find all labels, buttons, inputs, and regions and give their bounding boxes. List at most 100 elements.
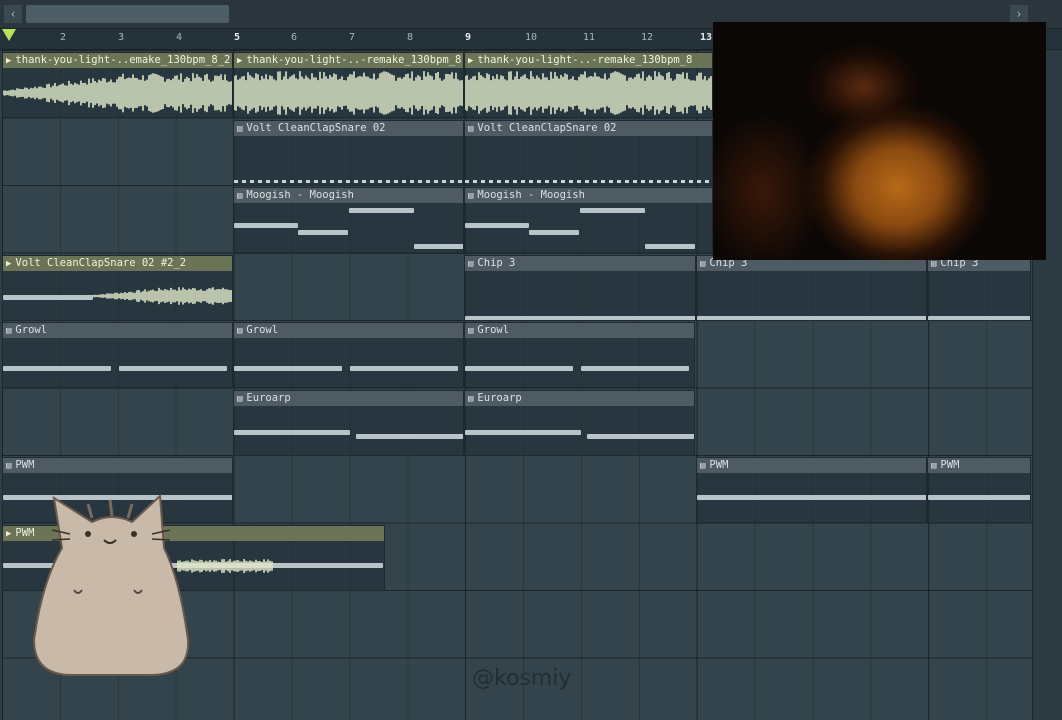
- clip-header[interactable]: ▶ thank-you-light-..emake_130bpm_8_2: [3, 53, 232, 68]
- pattern-clip[interactable]: ▤ Volt CleanClapSnare 02: [233, 120, 464, 186]
- clip-body: [465, 338, 694, 387]
- clip-label: Chip 3: [477, 257, 516, 269]
- pattern-note-row: [234, 180, 463, 183]
- clip-body: [465, 203, 712, 253]
- bar-number[interactable]: 11: [583, 32, 595, 43]
- clip-label: Growl: [477, 324, 510, 336]
- clip-header[interactable]: ▶ thank-you-light-..-remake_130bpm_8: [234, 53, 463, 68]
- clip-label: Euroarp: [477, 392, 522, 404]
- cat-sticker-image: [32, 493, 190, 676]
- webcam-video-overlay: [713, 22, 1046, 260]
- pattern-note: [465, 430, 581, 435]
- pattern-grid-icon: ▤: [237, 326, 243, 336]
- clip-label: thank-you-light-..-remake_130bpm_8: [246, 54, 462, 66]
- pattern-note: [298, 230, 348, 235]
- bar-number[interactable]: 3: [118, 32, 124, 43]
- clip-header[interactable]: ▤ Growl: [234, 323, 463, 338]
- pattern-clip[interactable]: ▤ PWM: [696, 457, 927, 523]
- pattern-grid-icon: ▤: [237, 124, 243, 134]
- pattern-note-row: [465, 180, 712, 183]
- clip-body: [465, 271, 695, 320]
- bar-number[interactable]: 10: [525, 32, 537, 43]
- pattern-clip[interactable]: ▤ Moogish - Moogish: [233, 187, 464, 254]
- clip-header[interactable]: ▤ Volt CleanClapSnare 02: [465, 121, 712, 136]
- bar-number[interactable]: 12: [641, 32, 653, 43]
- pattern-note: [697, 495, 926, 500]
- clip-header[interactable]: ▶ thank-you-light-..-remake_130bpm_8: [465, 53, 712, 68]
- clip-header[interactable]: ▶ Volt CleanClapSnare 02 #2_2: [3, 256, 232, 271]
- pattern-note: [465, 316, 695, 320]
- audio-clip[interactable]: ▶ thank-you-light-..-remake_130bpm_8: [233, 52, 464, 118]
- clip-label: thank-you-light-..emake_130bpm_8_2: [15, 54, 231, 66]
- pattern-note: [580, 208, 645, 213]
- clip-header[interactable]: ▤ PWM: [928, 458, 1030, 473]
- bar-number[interactable]: 8: [407, 32, 413, 43]
- bar-number[interactable]: 13: [700, 32, 712, 43]
- pattern-clip[interactable]: ▤ Growl: [464, 322, 695, 388]
- clip-header[interactable]: ▤ Growl: [465, 323, 694, 338]
- audio-waveform: [465, 71, 712, 115]
- bar-number[interactable]: 7: [349, 32, 355, 43]
- clip-label: Moogish - Moogish: [246, 189, 354, 201]
- pattern-clip[interactable]: ▤ Growl: [233, 322, 464, 388]
- clip-header[interactable]: ▤ Moogish - Moogish: [465, 188, 712, 203]
- pattern-note: [3, 366, 111, 371]
- pattern-clip[interactable]: ▤ PWM: [927, 457, 1031, 523]
- bar-number[interactable]: 9: [465, 32, 471, 43]
- pattern-note: [356, 434, 463, 439]
- pattern-note: [414, 244, 463, 249]
- clip-header[interactable]: ▤ Euroarp: [465, 391, 694, 406]
- clip-label: Moogish - Moogish: [477, 189, 585, 201]
- pattern-clip[interactable]: ▤ Euroarp: [233, 390, 464, 456]
- clip-body: [234, 136, 463, 185]
- scroll-left-button[interactable]: ‹: [4, 5, 22, 23]
- clip-header[interactable]: ▤ Volt CleanClapSnare 02: [234, 121, 463, 136]
- pattern-grid-icon: ▤: [468, 124, 474, 134]
- clip-label: Euroarp: [246, 392, 291, 404]
- pattern-note: [465, 366, 573, 371]
- clip-body: [465, 136, 712, 185]
- pattern-grid-icon: ▤: [237, 191, 243, 201]
- pattern-clip[interactable]: ▤ Moogish - Moogish: [464, 187, 713, 254]
- pattern-note: [645, 244, 695, 249]
- audio-clip[interactable]: ▶ thank-you-light-..emake_130bpm_8_2: [2, 52, 233, 118]
- audio-clip[interactable]: ▶ Volt CleanClapSnare 02 #2_2: [2, 255, 233, 321]
- pattern-clip[interactable]: ▤ Chip 3: [927, 255, 1031, 321]
- pattern-grid-icon: ▤: [237, 394, 243, 404]
- clip-header[interactable]: ▤ Euroarp: [234, 391, 463, 406]
- clip-header[interactable]: ▤ Moogish - Moogish: [234, 188, 463, 203]
- pattern-clip[interactable]: ▤ Growl: [2, 322, 233, 388]
- play-arrow-icon: ▶: [6, 259, 12, 269]
- clip-header[interactable]: ▤ PWM: [697, 458, 926, 473]
- pattern-note: [350, 366, 458, 371]
- pattern-clip[interactable]: ▤ Chip 3: [696, 255, 927, 321]
- audio-waveform: [3, 73, 232, 113]
- clip-header[interactable]: ▤ Chip 3: [465, 256, 695, 271]
- pattern-note: [349, 208, 414, 213]
- scrollbar-thumb[interactable]: [26, 5, 229, 23]
- clip-body: [465, 68, 712, 117]
- scroll-right-button[interactable]: ›: [1010, 5, 1028, 23]
- bar-number[interactable]: 5: [234, 32, 240, 43]
- clip-header[interactable]: ▤ PWM: [3, 458, 232, 473]
- clip-body: [3, 68, 232, 117]
- bar-number[interactable]: 6: [291, 32, 297, 43]
- clip-label: Growl: [246, 324, 279, 336]
- clip-header[interactable]: ▤ Growl: [3, 323, 232, 338]
- pattern-note: [928, 495, 1030, 500]
- audio-waveform: [234, 71, 463, 115]
- playhead-marker[interactable]: [2, 29, 16, 41]
- clip-label: Growl: [15, 324, 48, 336]
- pattern-clip[interactable]: ▤ Chip 3: [464, 255, 696, 321]
- clip-label: thank-you-light-..-remake_130bpm_8: [477, 54, 693, 66]
- pattern-note: [3, 295, 93, 300]
- bar-number[interactable]: 4: [176, 32, 182, 43]
- pattern-clip[interactable]: ▤ Euroarp: [464, 390, 695, 456]
- bar-number[interactable]: 2: [60, 32, 66, 43]
- audio-clip[interactable]: ▶ thank-you-light-..-remake_130bpm_8: [464, 52, 713, 118]
- clip-body: [234, 338, 463, 387]
- pattern-grid-icon: ▤: [700, 259, 706, 269]
- clip-label: Volt CleanClapSnare 02 #2_2: [15, 257, 187, 269]
- play-arrow-icon: ▶: [468, 56, 474, 66]
- pattern-clip[interactable]: ▤ Volt CleanClapSnare 02: [464, 120, 713, 186]
